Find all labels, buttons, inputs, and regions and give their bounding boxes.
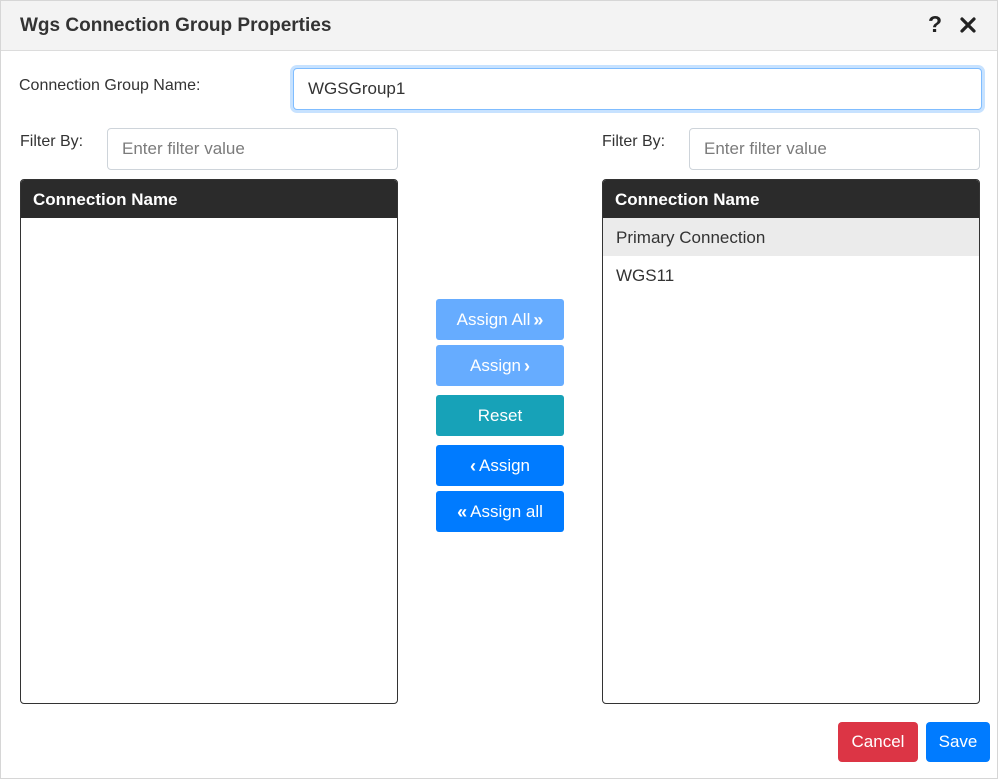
chevron-left-icon: ‹: [469, 455, 476, 476]
unassign-all-button[interactable]: « Assign all: [436, 491, 564, 532]
reset-button[interactable]: Reset: [436, 395, 564, 436]
list-item[interactable]: WGS11: [603, 256, 979, 294]
connection-group-dialog: Wgs Connection Group Properties ? Connec…: [0, 0, 998, 779]
assign-all-label: Assign All: [456, 309, 531, 329]
unassign-button[interactable]: ‹ Assign: [436, 445, 564, 486]
right-filter-input[interactable]: [689, 128, 980, 170]
assign-button[interactable]: Assign ›: [436, 345, 564, 386]
assigned-list-header: Connection Name: [603, 180, 979, 218]
assign-all-button[interactable]: Assign All »: [436, 299, 564, 340]
dialog-title: Wgs Connection Group Properties: [20, 15, 332, 36]
available-connections-list[interactable]: Connection Name: [20, 179, 398, 704]
assigned-connections-list[interactable]: Connection Name Primary Connection WGS11: [602, 179, 980, 704]
double-chevron-right-icon: »: [533, 309, 544, 330]
double-chevron-left-icon: «: [457, 501, 468, 522]
assign-label: Assign: [469, 355, 522, 375]
left-filter-input[interactable]: [107, 128, 398, 170]
save-button[interactable]: Save: [926, 722, 990, 762]
list-item[interactable]: Primary Connection: [603, 218, 979, 256]
close-icon[interactable]: [957, 14, 979, 36]
group-name-input[interactable]: [293, 68, 982, 110]
dialog-titlebar: Wgs Connection Group Properties ?: [1, 1, 997, 51]
assigned-list-body: Primary Connection WGS11: [603, 218, 979, 294]
group-name-label: Connection Group Name:: [19, 77, 201, 94]
chevron-right-icon: ›: [524, 355, 531, 376]
cancel-button[interactable]: Cancel: [838, 722, 918, 762]
question-mark-icon[interactable]: ?: [925, 11, 945, 37]
unassign-all-label: Assign all: [470, 501, 543, 521]
available-list-header: Connection Name: [21, 180, 397, 218]
reset-label: Reset: [477, 405, 523, 425]
left-filter-label: Filter By:: [20, 133, 84, 150]
unassign-label: Assign: [478, 455, 531, 475]
right-filter-label: Filter By:: [602, 133, 666, 150]
